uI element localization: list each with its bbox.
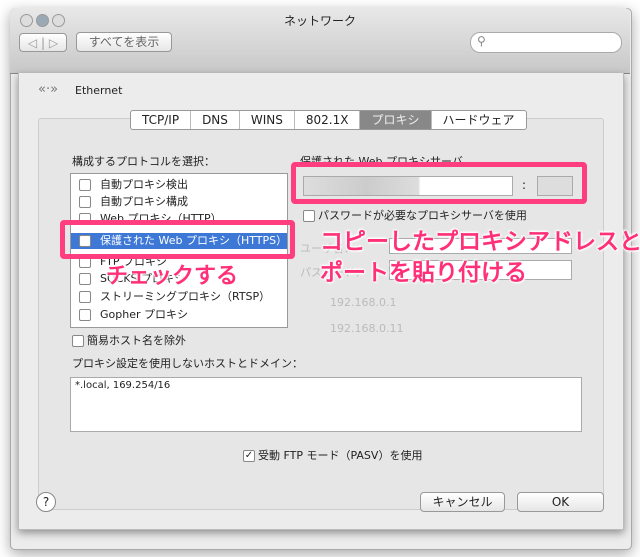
annotation-highlight-server [291, 162, 587, 204]
checkbox[interactable] [79, 273, 91, 285]
protocol-item[interactable]: ストリーミングプロキシ（RTSP） [79, 289, 270, 305]
tab-wins[interactable]: WINS [240, 111, 295, 129]
tab-tcpip[interactable]: TCP/IP [131, 111, 192, 129]
ok-button[interactable]: OK [517, 492, 604, 512]
pasv-checkbox[interactable]: ✓ 受動 FTP モード（PASV）を使用 [243, 447, 422, 463]
annotation-paste-line1: コピーしたプロキシアドレスと [320, 229, 640, 255]
annotation-paste-line2: ポートを貼り付ける [320, 260, 527, 286]
back-forward-buttons[interactable]: ◁ | ▷ [19, 33, 67, 52]
help-button[interactable]: ? [36, 492, 56, 512]
protocol-item[interactable]: 自動プロキシ構成 [79, 194, 188, 210]
interface-name: Ethernet [75, 84, 123, 97]
tab-proxy[interactable]: プロキシ [360, 111, 432, 129]
checkbox[interactable] [79, 196, 91, 208]
router-address: 192.168.0.1 [330, 296, 397, 309]
window-title: ネットワーク [283, 14, 356, 28]
bypass-textarea[interactable]: *.local, 169.254/16 [70, 377, 582, 432]
tab-dns[interactable]: DNS [191, 111, 240, 129]
checkbox[interactable] [79, 179, 91, 191]
checkbox[interactable] [79, 309, 91, 321]
tab-8021x[interactable]: 802.1X [295, 111, 361, 129]
bypass-label: プロキシ設定を使用しないホストとドメイン： [72, 357, 303, 370]
tab-bar: TCP/IP DNS WINS 802.1X プロキシ ハードウェア [130, 110, 527, 130]
show-all-button[interactable]: すべてを表示 [76, 32, 172, 52]
protocol-item[interactable]: Gopher プロキシ [79, 307, 188, 323]
ethernet-icon: «·» [38, 82, 59, 97]
protocol-label: 構成するプロトコルを選択： [72, 155, 215, 168]
tab-hardware[interactable]: ハードウェア [432, 111, 526, 129]
search-icon: ⚲ [477, 34, 486, 48]
password-required-checkbox[interactable]: パスワードが必要なプロキシサーバを使用 [303, 207, 527, 223]
search-input[interactable]: ⚲ [470, 32, 622, 53]
dns-address: 192.168.0.11 [330, 322, 404, 335]
cancel-button[interactable]: キャンセル [420, 492, 505, 512]
protocol-item[interactable]: 自動プロキシ検出 [79, 177, 188, 193]
annotation-highlight-https [60, 220, 295, 259]
checkbox[interactable] [79, 291, 91, 303]
annotation-check: チェックする [106, 264, 239, 289]
exclude-simple-checkbox[interactable]: 簡易ホスト名を除外 [72, 332, 186, 348]
